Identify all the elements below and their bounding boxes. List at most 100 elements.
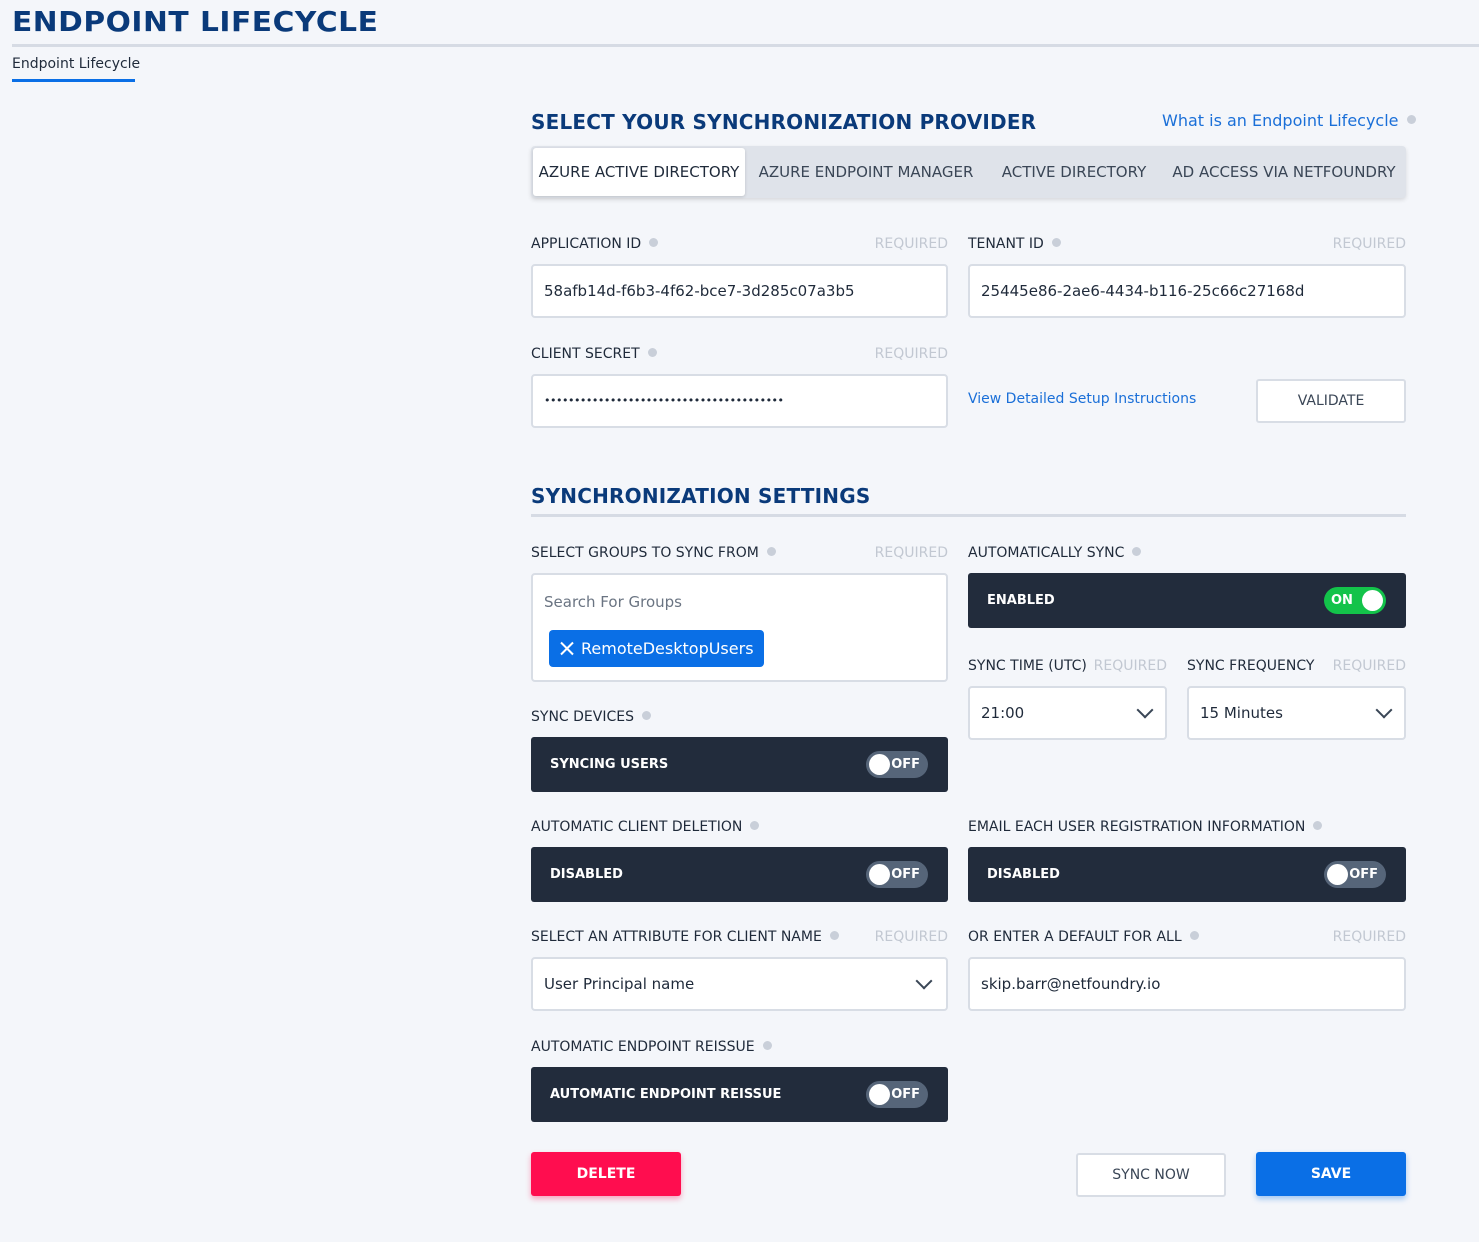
sync-time-value: 21:00 bbox=[981, 704, 1025, 722]
info-icon bbox=[1406, 115, 1416, 124]
info-icon bbox=[762, 1040, 772, 1050]
chevron-down-icon bbox=[915, 972, 933, 990]
required-tag: REQUIRED bbox=[1332, 658, 1406, 674]
switch-knob bbox=[869, 1084, 890, 1105]
switch-state-text: OFF bbox=[891, 1087, 920, 1102]
application-id-input[interactable]: 58afb14d-f6b3-4f62-bce7-3d285c07a3b5 bbox=[531, 264, 948, 318]
auto-sync-label-text: AUTOMATICALLY SYNC bbox=[968, 545, 1125, 561]
info-icon bbox=[750, 820, 760, 830]
groups-label: SELECT GROUPS TO SYNC FROM bbox=[531, 545, 776, 561]
tab-active-directory[interactable]: ACTIVE DIRECTORY bbox=[989, 148, 1159, 196]
required-tag: REQUIRED bbox=[1332, 236, 1406, 252]
auto-reissue-label: AUTOMATIC ENDPOINT REISSUE bbox=[531, 1039, 772, 1055]
endpoint-lifecycle-help-link[interactable]: What is an Endpoint Lifecycle bbox=[1162, 111, 1416, 130]
switch-knob bbox=[869, 754, 890, 775]
delete-button[interactable]: DELETE bbox=[531, 1152, 681, 1196]
auto-reissue-switch[interactable]: OFF bbox=[866, 1081, 928, 1108]
application-id-label-text: APPLICATION ID bbox=[531, 236, 642, 252]
auto-client-deletion-toggle-bar: DISABLED OFF bbox=[531, 847, 948, 902]
auto-client-deletion-switch[interactable]: OFF bbox=[866, 861, 928, 888]
tenant-id-input[interactable]: 25445e86-2ae6-4434-b116-25c66c27168d bbox=[968, 264, 1406, 318]
sync-settings-section-title: SYNCHRONIZATION SETTINGS bbox=[531, 484, 871, 508]
group-chip-label: RemoteDesktopUsers bbox=[581, 639, 754, 658]
switch-state-text: OFF bbox=[891, 867, 920, 882]
email-registration-toggle-bar: DISABLED OFF bbox=[968, 847, 1406, 902]
info-icon bbox=[1313, 820, 1323, 830]
email-registration-label: EMAIL EACH USER REGISTRATION INFORMATION bbox=[968, 819, 1323, 835]
info-icon bbox=[649, 237, 659, 247]
tenant-id-label: TENANT ID bbox=[968, 236, 1061, 252]
required-tag: REQUIRED bbox=[874, 545, 948, 561]
switch-state-text: ON bbox=[1331, 593, 1353, 608]
info-icon bbox=[1051, 237, 1061, 247]
required-tag: REQUIRED bbox=[1093, 658, 1167, 674]
tab-endpoint-lifecycle[interactable]: Endpoint Lifecycle bbox=[12, 56, 140, 72]
application-id-label: APPLICATION ID bbox=[531, 236, 659, 252]
info-icon bbox=[766, 546, 776, 556]
groups-multiselect[interactable]: Search For Groups RemoteDesktopUsers bbox=[531, 573, 948, 682]
auto-client-deletion-label-text: AUTOMATIC CLIENT DELETION bbox=[531, 819, 743, 835]
sync-devices-label: SYNC DEVICES bbox=[531, 709, 651, 725]
chevron-down-icon bbox=[1136, 701, 1154, 719]
groups-search-input[interactable]: Search For Groups bbox=[544, 593, 682, 611]
email-registration-switch[interactable]: OFF bbox=[1324, 861, 1386, 888]
auto-reissue-state-label: AUTOMATIC ENDPOINT REISSUE bbox=[550, 1087, 782, 1102]
required-tag: REQUIRED bbox=[1332, 929, 1406, 945]
required-tag: REQUIRED bbox=[874, 236, 948, 252]
active-tab-indicator bbox=[12, 79, 135, 82]
default-for-all-label-text: OR ENTER A DEFAULT FOR ALL bbox=[968, 929, 1182, 945]
tab-azure-active-directory[interactable]: AZURE ACTIVE DIRECTORY bbox=[533, 148, 745, 196]
chevron-down-icon bbox=[1375, 701, 1393, 719]
auto-sync-state-label: ENABLED bbox=[987, 593, 1055, 608]
email-registration-state-label: DISABLED bbox=[987, 867, 1060, 882]
switch-state-text: OFF bbox=[891, 757, 920, 772]
client-secret-label-text: CLIENT SECRET bbox=[531, 346, 640, 362]
required-tag: REQUIRED bbox=[874, 346, 948, 362]
client-name-attribute-label-text: SELECT AN ATTRIBUTE FOR CLIENT NAME bbox=[531, 929, 822, 945]
sync-frequency-value: 15 Minutes bbox=[1200, 704, 1283, 722]
required-tag: REQUIRED bbox=[874, 929, 948, 945]
email-registration-label-text: EMAIL EACH USER REGISTRATION INFORMATION bbox=[968, 819, 1306, 835]
client-secret-input[interactable]: •••••••••••••••••••••••••••••••••••••••• bbox=[531, 374, 948, 428]
auto-reissue-label-text: AUTOMATIC ENDPOINT REISSUE bbox=[531, 1039, 755, 1055]
save-button[interactable]: SAVE bbox=[1256, 1152, 1406, 1196]
switch-knob bbox=[1327, 864, 1348, 885]
info-icon bbox=[641, 710, 651, 720]
auto-client-deletion-state-label: DISABLED bbox=[550, 867, 623, 882]
tab-ad-access-via-netfoundry[interactable]: AD ACCESS VIA NETFOUNDRY bbox=[1163, 148, 1405, 196]
client-name-attribute-label: SELECT AN ATTRIBUTE FOR CLIENT NAME bbox=[531, 929, 839, 945]
setup-instructions-link[interactable]: View Detailed Setup Instructions bbox=[968, 391, 1196, 407]
client-secret-label: CLIENT SECRET bbox=[531, 346, 657, 362]
switch-knob bbox=[869, 864, 890, 885]
groups-label-text: SELECT GROUPS TO SYNC FROM bbox=[531, 545, 759, 561]
provider-tabs: AZURE ACTIVE DIRECTORY AZURE ENDPOINT MA… bbox=[531, 146, 1406, 198]
close-icon[interactable] bbox=[559, 641, 574, 656]
group-chip[interactable]: RemoteDesktopUsers bbox=[549, 630, 764, 667]
client-name-attribute-select[interactable]: User Principal name bbox=[531, 957, 948, 1011]
auto-sync-label: AUTOMATICALLY SYNC bbox=[968, 545, 1142, 561]
tab-azure-endpoint-manager[interactable]: AZURE ENDPOINT MANAGER bbox=[747, 148, 985, 196]
auto-sync-toggle-bar: ENABLED ON bbox=[968, 573, 1406, 628]
page-title: ENDPOINT LIFECYCLE bbox=[12, 5, 379, 38]
sync-time-select[interactable]: 21:00 bbox=[968, 686, 1167, 740]
sync-frequency-label: SYNC FREQUENCY bbox=[1187, 658, 1315, 674]
switch-knob bbox=[1362, 590, 1383, 611]
info-icon bbox=[647, 347, 657, 357]
sync-now-button[interactable]: SYNC NOW bbox=[1076, 1153, 1226, 1197]
sync-devices-toggle-bar: SYNCING USERS OFF bbox=[531, 737, 948, 792]
validate-button[interactable]: VALIDATE bbox=[1256, 379, 1406, 423]
help-link-text[interactable]: What is an Endpoint Lifecycle bbox=[1162, 111, 1399, 130]
sync-devices-switch[interactable]: OFF bbox=[866, 751, 928, 778]
auto-reissue-toggle-bar: AUTOMATIC ENDPOINT REISSUE OFF bbox=[531, 1067, 948, 1122]
auto-client-deletion-label: AUTOMATIC CLIENT DELETION bbox=[531, 819, 760, 835]
title-divider bbox=[12, 44, 1479, 47]
default-for-all-input[interactable]: skip.barr@netfoundry.io bbox=[968, 957, 1406, 1011]
section-divider bbox=[531, 514, 1406, 517]
info-icon bbox=[1132, 546, 1142, 556]
auto-sync-switch[interactable]: ON bbox=[1324, 587, 1386, 614]
client-name-attribute-value: User Principal name bbox=[544, 975, 695, 993]
sync-frequency-select[interactable]: 15 Minutes bbox=[1187, 686, 1406, 740]
sync-devices-label-text: SYNC DEVICES bbox=[531, 709, 634, 725]
provider-section-title: SELECT YOUR SYNCHRONIZATION PROVIDER bbox=[531, 110, 1037, 134]
sync-devices-state-label: SYNCING USERS bbox=[550, 757, 669, 772]
